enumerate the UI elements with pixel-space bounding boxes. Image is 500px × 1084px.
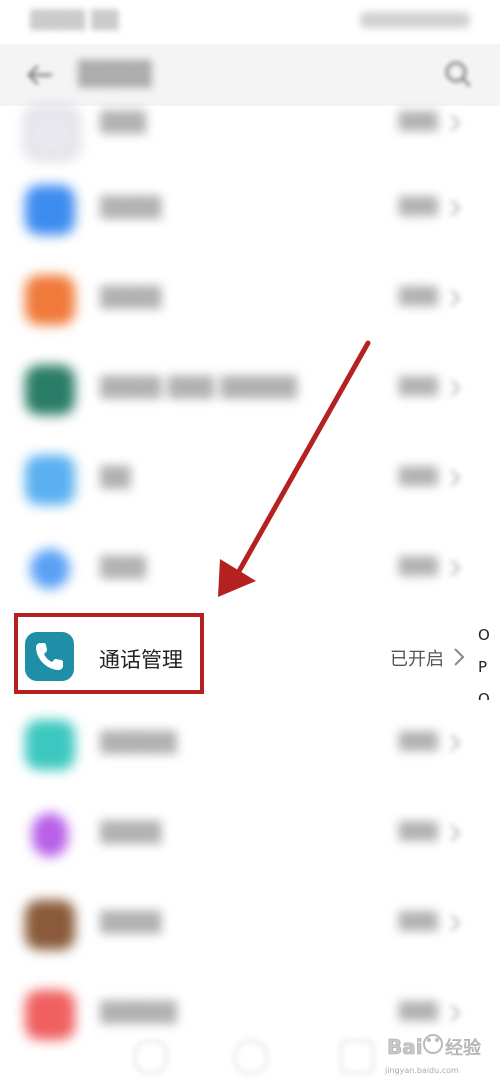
app-name: ▒▒▒▒ — [100, 820, 162, 844]
app-name: ▒▒▒▒ — [100, 285, 162, 309]
chevron-right-icon — [450, 824, 461, 842]
list-item[interactable]: ▒▒▒▒ ▒▒▒ — [0, 255, 470, 345]
index-letter-p[interactable]: P — [478, 658, 487, 676]
chevron-right-icon — [450, 199, 461, 217]
svg-text:Bai: Bai — [387, 1035, 423, 1059]
list-item[interactable]: ▒▒▒▒ ▒▒▒ — [0, 165, 470, 255]
item-status: ▒▒▒ — [398, 467, 438, 487]
list-item[interactable]: ▒▒▒▒▒ ▒▒▒ — [0, 700, 470, 790]
item-status: ▒▒▒ — [398, 822, 438, 842]
index-letter-q[interactable]: Q — [478, 690, 490, 700]
app-icon — [25, 900, 75, 950]
item-status: ▒▒▒ — [398, 912, 438, 932]
chevron-right-icon — [450, 469, 461, 487]
app-icon — [30, 549, 70, 589]
nav-recent-icon[interactable] — [340, 1040, 374, 1074]
chevron-right-icon — [450, 114, 461, 132]
highlight-box — [14, 613, 204, 694]
nav-back-icon[interactable] — [134, 1040, 168, 1074]
baidu-jingyan-watermark: Bai 经验 — [387, 1034, 481, 1059]
index-letter-o[interactable]: O — [478, 626, 490, 644]
item-status: ▒▒▒ — [398, 732, 438, 752]
watermark-url: jingyan.baidu.com — [385, 1066, 459, 1075]
annotation-arrow — [218, 340, 371, 597]
item-status: ▒▒▒ — [398, 377, 438, 397]
item-status: ▒▒▒ — [398, 112, 438, 132]
app-name: ▒▒ — [100, 465, 131, 489]
chevron-right-icon — [450, 914, 461, 932]
app-name: ▒▒▒ — [100, 110, 147, 134]
app-icon — [25, 275, 75, 325]
app-name: ▒▒▒▒ — [100, 195, 162, 219]
app-name: ▒▒▒ — [100, 555, 147, 579]
app-icon — [25, 455, 75, 505]
chevron-right-icon — [450, 734, 461, 752]
chevron-right-icon — [450, 289, 461, 307]
chevron-right-icon — [450, 559, 461, 577]
chevron-right-icon — [450, 379, 461, 397]
app-icon — [25, 365, 75, 415]
nav-home-icon[interactable] — [234, 1040, 268, 1074]
app-name: ▒▒▒▒▒ — [100, 730, 177, 754]
item-status: ▒▒▒ — [398, 287, 438, 307]
app-icon — [25, 720, 75, 770]
item-status: ▒▒▒ — [398, 557, 438, 577]
list-item[interactable]: ▒▒▒▒ ▒▒▒ — [0, 790, 470, 880]
call-management-status: 已开启 — [390, 649, 444, 670]
app-icon — [25, 185, 75, 235]
app-icon — [25, 106, 79, 160]
svg-text:经验: 经验 — [445, 1038, 481, 1059]
item-status: ▒▒▒ — [398, 197, 438, 217]
chevron-right-icon[interactable] — [452, 646, 466, 668]
app-name: ▒▒▒▒ — [100, 910, 162, 934]
item-status: ▒▒▒ — [398, 1002, 438, 1022]
list-item[interactable]: ▒▒▒▒ ▒▒▒ — [0, 880, 470, 970]
app-icon — [32, 813, 68, 857]
